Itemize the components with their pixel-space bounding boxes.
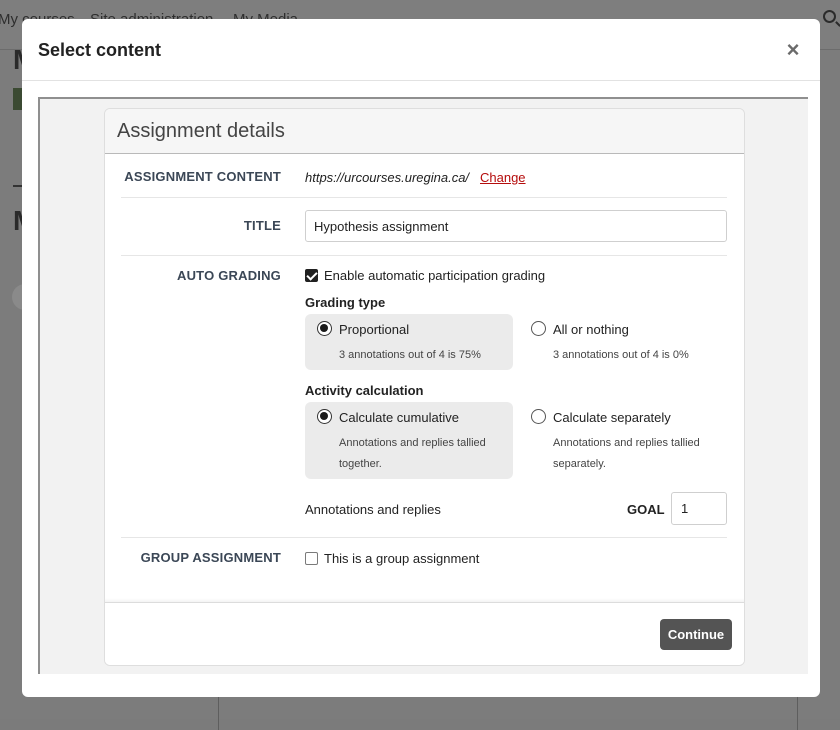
auto-grading-label: AUTO GRADING: [177, 268, 281, 283]
calculate-cumulative-label: Calculate cumulative: [339, 410, 459, 425]
goal-label: GOAL: [627, 502, 665, 517]
auto-grading-row: AUTO GRADING Enable automatic participat…: [121, 256, 727, 538]
card-footer: Continue: [105, 598, 744, 665]
calculate-cumulative-help: Annotations and replies tallied together…: [339, 437, 486, 470]
proportional-help: 3 annotations out of 4 is 75%: [339, 349, 481, 361]
calculate-separately-option[interactable]: Calculate separately Annotations and rep…: [519, 402, 727, 479]
enable-auto-grading-label[interactable]: Enable automatic participation grading: [324, 268, 545, 283]
group-assignment-checkbox[interactable]: [305, 552, 318, 565]
enable-auto-grading-checkbox[interactable]: [305, 269, 318, 282]
title-label: TITLE: [243, 218, 281, 233]
dialog-title: Select content: [38, 40, 162, 60]
assignment-content-row: ASSIGNMENT CONTENT https://urcourses.ure…: [121, 154, 727, 198]
group-assignment-checkbox-label[interactable]: This is a group assignment: [324, 551, 479, 566]
grading-type-all-or-nothing-option[interactable]: All or nothing 3 annotations out of 4 is…: [519, 314, 727, 370]
card-title: Assignment details: [117, 120, 285, 142]
assignment-content-label: ASSIGNMENT CONTENT: [124, 169, 281, 184]
change-content-link[interactable]: Change: [480, 170, 526, 185]
group-assignment-label: GROUP ASSIGNMENT: [140, 550, 281, 565]
activity-calculation-heading: Activity calculation: [305, 383, 424, 398]
card-header: Assignment details: [105, 109, 744, 154]
all-or-nothing-radio[interactable]: [531, 321, 546, 336]
grading-type-proportional-option[interactable]: Proportional 3 annotations out of 4 is 7…: [305, 314, 513, 370]
dialog-header: Select content ×: [22, 19, 820, 81]
close-icon[interactable]: ×: [782, 38, 804, 62]
assignment-content-url: https://urcourses.uregina.ca/: [305, 170, 470, 185]
select-content-dialog: Select content × Assignment details ASSI…: [22, 19, 820, 697]
assignment-details-card: Assignment details ASSIGNMENT CONTENT ht…: [104, 108, 745, 666]
all-or-nothing-help: 3 annotations out of 4 is 0%: [553, 349, 689, 361]
continue-button[interactable]: Continue: [660, 619, 732, 650]
search-icon[interactable]: [823, 10, 836, 23]
grading-type-heading: Grading type: [305, 295, 386, 310]
title-row: TITLE: [121, 198, 727, 256]
calculate-cumulative-radio[interactable]: [317, 409, 332, 424]
calculate-cumulative-option[interactable]: Calculate cumulative Annotations and rep…: [305, 402, 513, 479]
group-assignment-row: GROUP ASSIGNMENT This is a group assignm…: [121, 538, 727, 588]
calculate-separately-help: Annotations and replies tallied separate…: [553, 437, 700, 470]
proportional-radio[interactable]: [317, 321, 332, 336]
annotations-and-replies-label: Annotations and replies: [305, 502, 441, 517]
content-frame: Assignment details ASSIGNMENT CONTENT ht…: [38, 97, 808, 674]
goal-input[interactable]: [671, 492, 727, 525]
proportional-label: Proportional: [339, 322, 410, 337]
all-or-nothing-label: All or nothing: [553, 322, 629, 337]
calculate-separately-label: Calculate separately: [553, 410, 671, 425]
title-input[interactable]: [305, 210, 727, 242]
calculate-separately-radio[interactable]: [531, 409, 546, 424]
